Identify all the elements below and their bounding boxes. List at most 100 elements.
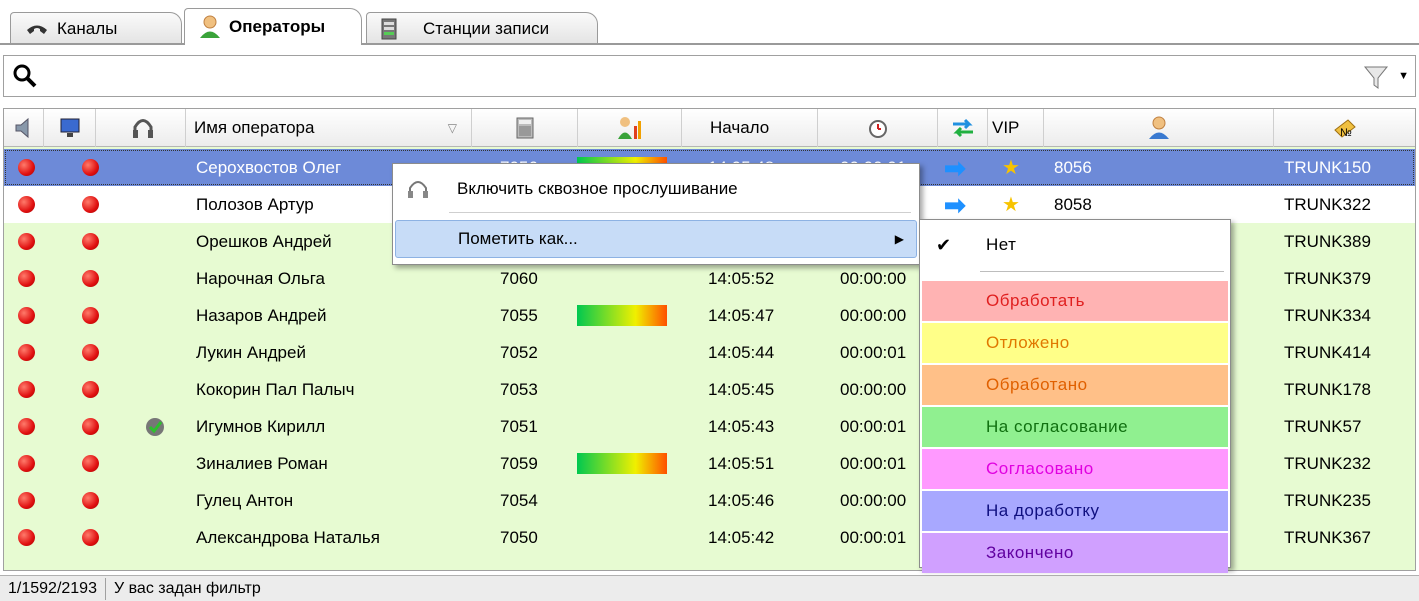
vip-number: 8058 (1054, 194, 1092, 214)
col-screen[interactable] (44, 109, 96, 147)
status-dot-icon (82, 445, 99, 482)
submenu-item[interactable]: Закончено (922, 533, 1228, 573)
mark-as-submenu: ✔ Нет Обработать Отложено Обработано На согла… (919, 219, 1231, 573)
status-dot-icon (18, 334, 35, 371)
status-dot-icon (82, 260, 99, 297)
filter-dropdown-icon[interactable]: ▼ (1398, 70, 1409, 82)
status-counter: 1/1592/2193 (0, 577, 106, 600)
status-dot-icon (82, 519, 99, 556)
duration: 00:00:00 (840, 305, 907, 325)
context-menu: Включить сквозное прослушивание Пометить… (392, 163, 920, 265)
col-client[interactable] (1044, 109, 1274, 147)
calculator-icon (516, 117, 533, 139)
start-time: 14:05:46 (708, 490, 775, 510)
submenu-item[interactable]: Согласовано (922, 449, 1228, 489)
extension: 7055 (500, 305, 538, 325)
submenu-item-label: Согласовано (986, 459, 1094, 478)
vip-star-icon: ★ (1002, 194, 1020, 216)
listening-headset-icon[interactable] (144, 408, 166, 445)
monitor-icon (60, 118, 79, 137)
status-dot-icon (18, 371, 35, 408)
duration: 00:00:00 (840, 379, 907, 399)
trunk: TRUNK235 (1284, 490, 1371, 510)
status-dot-icon (18, 186, 35, 223)
status-dot-icon (18, 445, 35, 482)
speaker-icon (15, 117, 28, 139)
filter-icon[interactable] (1363, 64, 1389, 90)
duration: 00:00:01 (840, 342, 907, 362)
tab-channels[interactable]: Каналы (10, 12, 182, 44)
submenu-item-label: Отложено (986, 333, 1070, 352)
extension: 7050 (500, 527, 538, 547)
status-dot-icon (82, 334, 99, 371)
start-time: 14:05:52 (708, 268, 775, 288)
search-input[interactable] (44, 62, 1344, 90)
status-filter-text: У вас задан фильтр (113, 579, 261, 597)
start-time: 14:05:43 (708, 416, 775, 436)
headphones-icon (133, 119, 153, 138)
direction-arrow-icon: ➡ (944, 152, 966, 183)
submenu-item[interactable]: Обработано (922, 365, 1228, 405)
trunk: TRUNK150 (1284, 157, 1371, 177)
checkmark-icon: ✔ (936, 234, 952, 255)
submenu-item-label: Нет (986, 235, 1017, 254)
phone-handset-icon (27, 25, 47, 34)
status-bar: 1/1592/2193 У вас задан фильтр (0, 575, 1419, 601)
column-filter-icon[interactable]: ▽ (448, 121, 457, 135)
svg-text:№: № (1340, 127, 1352, 139)
stopwatch-icon (868, 120, 887, 138)
operator-name: Орешков Андрей (196, 231, 332, 251)
level-bar (577, 297, 667, 334)
start-time: 14:05:45 (708, 379, 775, 399)
vip-number: 8056 (1054, 157, 1092, 177)
start-time: 14:05:47 (708, 305, 775, 325)
recording-station-icon (381, 18, 397, 39)
status-dot-icon (18, 519, 35, 556)
status-dot-icon (18, 408, 35, 445)
swap-arrows-icon (952, 118, 973, 138)
status-dot-icon (18, 297, 35, 334)
col-trunk[interactable]: № (1274, 109, 1415, 147)
status-dot-icon (82, 186, 99, 223)
operator-name: Игумнов Кирилл (196, 416, 326, 436)
col-direction[interactable] (938, 109, 988, 147)
menu-item-enable-listening[interactable]: Включить сквозное прослушивание (395, 170, 917, 208)
col-vip[interactable]: VIP (988, 109, 1044, 147)
tab-recording-stations[interactable]: Станции записи (366, 12, 598, 44)
duration: 00:00:00 (840, 490, 907, 510)
col-start[interactable]: Начало (682, 109, 818, 147)
submenu-item[interactable]: На согласование (922, 407, 1228, 447)
search-bar[interactable]: ▼ (3, 55, 1416, 97)
trunk: TRUNK379 (1284, 268, 1371, 288)
status-dot-icon (18, 482, 35, 519)
submenu-item-label: Обработать (986, 291, 1086, 310)
operator-name: Нарочная Ольга (196, 268, 325, 288)
tab-channels-label: Каналы (57, 18, 118, 38)
tab-operators-label: Операторы (229, 17, 326, 36)
operator-name: Полозов Артур (196, 194, 314, 214)
col-listen[interactable] (96, 109, 186, 147)
search-icon[interactable] (12, 63, 38, 89)
direction-arrow-icon: ➡ (944, 189, 966, 220)
col-operator-name[interactable]: Имя оператора ▽ (186, 109, 472, 147)
submenu-item-label: Обработано (986, 375, 1088, 394)
submenu-item[interactable]: ✔ Нет (922, 223, 1228, 267)
submenu-arrow-icon: ▶ (894, 232, 904, 246)
tab-operators[interactable]: Операторы (184, 8, 362, 45)
status-dot-icon (82, 408, 99, 445)
submenu-item[interactable]: На доработку (922, 491, 1228, 531)
start-time: 14:05:44 (708, 342, 775, 362)
submenu-item-label: Закончено (986, 543, 1074, 562)
status-dot-icon (82, 149, 99, 186)
trunk: TRUNK367 (1284, 527, 1371, 547)
submenu-item[interactable]: Отложено (922, 323, 1228, 363)
operator-name: Александрова Наталья (196, 527, 380, 547)
submenu-item[interactable]: Обработать (922, 281, 1228, 321)
duration: 00:00:01 (840, 453, 907, 473)
col-level[interactable] (578, 109, 682, 147)
col-duration[interactable] (818, 109, 938, 147)
col-sound[interactable] (4, 109, 44, 147)
col-extension[interactable] (472, 109, 578, 147)
extension: 7053 (500, 379, 538, 399)
menu-item-mark-as[interactable]: Пометить как... ▶ (395, 220, 917, 258)
